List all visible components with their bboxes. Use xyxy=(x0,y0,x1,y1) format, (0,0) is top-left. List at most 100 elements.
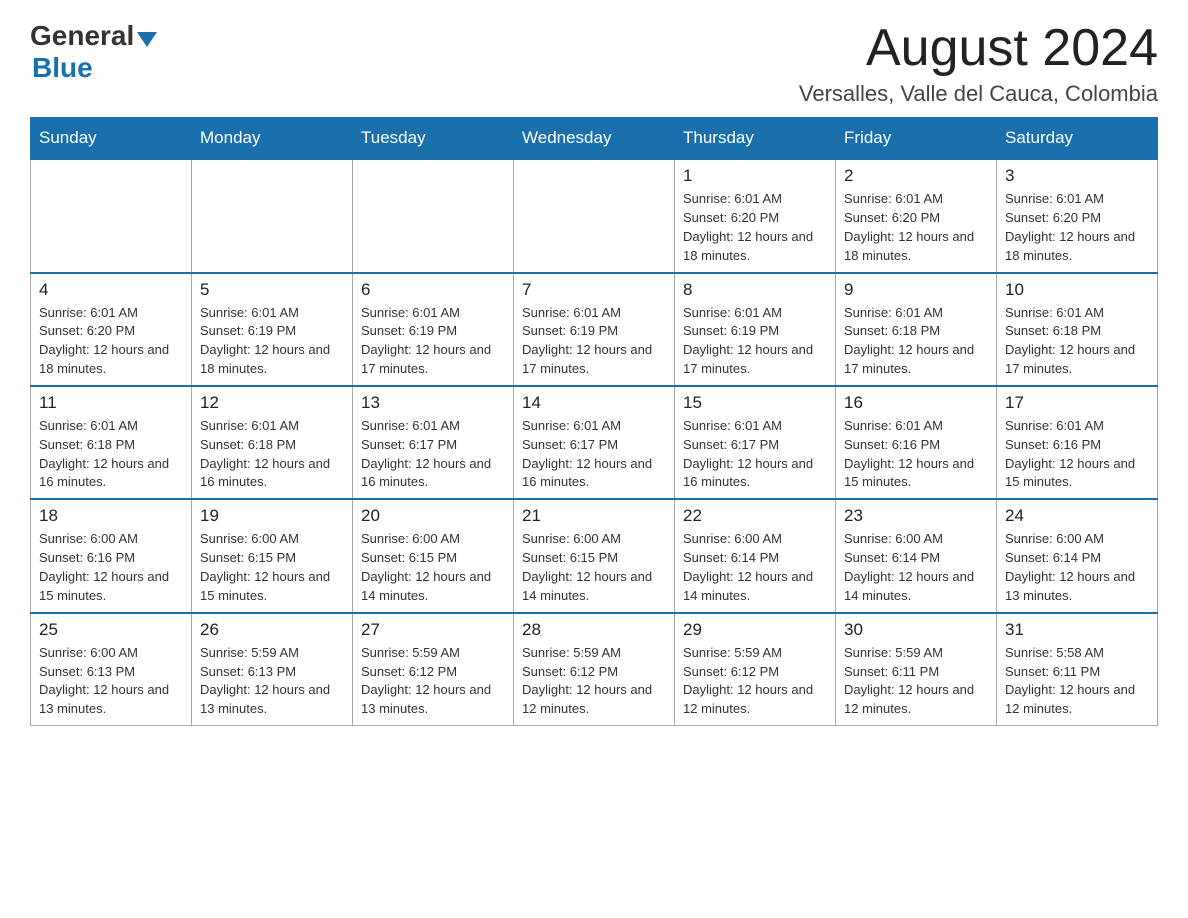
calendar-cell xyxy=(192,159,353,272)
day-info: Sunrise: 5:59 AM Sunset: 6:12 PM Dayligh… xyxy=(522,644,666,719)
calendar-cell: 2 Sunrise: 6:01 AM Sunset: 6:20 PM Daylig… xyxy=(836,159,997,272)
day-of-week-header: Sunday xyxy=(31,118,192,160)
calendar-cell: 4 Sunrise: 6:01 AM Sunset: 6:20 PM Daylig… xyxy=(31,273,192,386)
day-info: Sunrise: 6:01 AM Sunset: 6:18 PM Dayligh… xyxy=(844,304,988,379)
calendar-table: SundayMondayTuesdayWednesdayThursdayFrid… xyxy=(30,117,1158,726)
day-number: 29 xyxy=(683,620,827,640)
day-info: Sunrise: 6:00 AM Sunset: 6:16 PM Dayligh… xyxy=(39,530,183,605)
calendar-cell xyxy=(353,159,514,272)
day-info: Sunrise: 6:01 AM Sunset: 6:19 PM Dayligh… xyxy=(522,304,666,379)
day-info: Sunrise: 6:01 AM Sunset: 6:17 PM Dayligh… xyxy=(683,417,827,492)
day-number: 24 xyxy=(1005,506,1149,526)
calendar-week-row: 4 Sunrise: 6:01 AM Sunset: 6:20 PM Daylig… xyxy=(31,273,1158,386)
calendar-cell: 10 Sunrise: 6:01 AM Sunset: 6:18 PM Dayli… xyxy=(997,273,1158,386)
day-info: Sunrise: 6:01 AM Sunset: 6:19 PM Dayligh… xyxy=(683,304,827,379)
calendar-cell: 12 Sunrise: 6:01 AM Sunset: 6:18 PM Dayli… xyxy=(192,386,353,499)
day-info: Sunrise: 6:01 AM Sunset: 6:20 PM Dayligh… xyxy=(844,190,988,265)
day-number: 10 xyxy=(1005,280,1149,300)
calendar-cell: 21Sunrise: 6:00 AM Sunset: 6:15 PM Dayli… xyxy=(514,499,675,612)
calendar-cell: 15 Sunrise: 6:01 AM Sunset: 6:17 PM Dayli… xyxy=(675,386,836,499)
calendar-cell: 23 Sunrise: 6:00 AM Sunset: 6:14 PM Dayli… xyxy=(836,499,997,612)
calendar-cell: 29 Sunrise: 5:59 AM Sunset: 6:12 PM Dayli… xyxy=(675,613,836,726)
day-info: Sunrise: 6:00 AM Sunset: 6:14 PM Dayligh… xyxy=(844,530,988,605)
day-info: Sunrise: 5:59 AM Sunset: 6:11 PM Dayligh… xyxy=(844,644,988,719)
day-info: Sunrise: 6:01 AM Sunset: 6:20 PM Dayligh… xyxy=(39,304,183,379)
calendar-cell: 24 Sunrise: 6:00 AM Sunset: 6:14 PM Dayli… xyxy=(997,499,1158,612)
day-number: 2 xyxy=(844,166,988,186)
day-info: Sunrise: 6:01 AM Sunset: 6:20 PM Dayligh… xyxy=(1005,190,1149,265)
day-number: 5 xyxy=(200,280,344,300)
calendar-cell: 3Sunrise: 6:01 AM Sunset: 6:20 PM Daylig… xyxy=(997,159,1158,272)
day-number: 26 xyxy=(200,620,344,640)
calendar-header-row: SundayMondayTuesdayWednesdayThursdayFrid… xyxy=(31,118,1158,160)
day-of-week-header: Tuesday xyxy=(353,118,514,160)
day-info: Sunrise: 6:01 AM Sunset: 6:20 PM Dayligh… xyxy=(683,190,827,265)
calendar-cell: 28 Sunrise: 5:59 AM Sunset: 6:12 PM Dayli… xyxy=(514,613,675,726)
calendar-cell xyxy=(31,159,192,272)
day-info: Sunrise: 6:00 AM Sunset: 6:13 PM Dayligh… xyxy=(39,644,183,719)
day-number: 13 xyxy=(361,393,505,413)
day-number: 23 xyxy=(844,506,988,526)
month-title: August 2024 xyxy=(799,20,1158,77)
day-info: Sunrise: 5:59 AM Sunset: 6:12 PM Dayligh… xyxy=(683,644,827,719)
logo-text-general: General xyxy=(30,20,134,52)
day-info: Sunrise: 6:01 AM Sunset: 6:17 PM Dayligh… xyxy=(522,417,666,492)
day-info: Sunrise: 6:01 AM Sunset: 6:18 PM Dayligh… xyxy=(39,417,183,492)
calendar-cell: 5 Sunrise: 6:01 AM Sunset: 6:19 PM Daylig… xyxy=(192,273,353,386)
calendar-cell: 20 Sunrise: 6:00 AM Sunset: 6:15 PM Dayli… xyxy=(353,499,514,612)
day-info: Sunrise: 6:00 AM Sunset: 6:14 PM Dayligh… xyxy=(683,530,827,605)
day-info: Sunrise: 6:01 AM Sunset: 6:19 PM Dayligh… xyxy=(200,304,344,379)
day-number: 4 xyxy=(39,280,183,300)
calendar-cell: 8 Sunrise: 6:01 AM Sunset: 6:19 PM Daylig… xyxy=(675,273,836,386)
day-number: 8 xyxy=(683,280,827,300)
day-number: 16 xyxy=(844,393,988,413)
day-info: Sunrise: 5:59 AM Sunset: 6:13 PM Dayligh… xyxy=(200,644,344,719)
calendar-cell: 7 Sunrise: 6:01 AM Sunset: 6:19 PM Daylig… xyxy=(514,273,675,386)
day-number: 18 xyxy=(39,506,183,526)
calendar-week-row: 11Sunrise: 6:01 AM Sunset: 6:18 PM Dayli… xyxy=(31,386,1158,499)
day-number: 28 xyxy=(522,620,666,640)
calendar-week-row: 25 Sunrise: 6:00 AM Sunset: 6:13 PM Dayli… xyxy=(31,613,1158,726)
logo-triangle xyxy=(137,32,157,47)
day-number: 20 xyxy=(361,506,505,526)
calendar-cell: 30Sunrise: 5:59 AM Sunset: 6:11 PM Dayli… xyxy=(836,613,997,726)
calendar-cell: 9 Sunrise: 6:01 AM Sunset: 6:18 PM Daylig… xyxy=(836,273,997,386)
day-info: Sunrise: 5:59 AM Sunset: 6:12 PM Dayligh… xyxy=(361,644,505,719)
day-number: 15 xyxy=(683,393,827,413)
title-section: August 2024 Versalles, Valle del Cauca, … xyxy=(799,20,1158,107)
day-info: Sunrise: 6:00 AM Sunset: 6:15 PM Dayligh… xyxy=(361,530,505,605)
calendar-cell: 17 Sunrise: 6:01 AM Sunset: 6:16 PM Dayli… xyxy=(997,386,1158,499)
day-number: 31 xyxy=(1005,620,1149,640)
calendar-cell: 18 Sunrise: 6:00 AM Sunset: 6:16 PM Dayli… xyxy=(31,499,192,612)
logo-text-blue: Blue xyxy=(32,52,93,83)
day-info: Sunrise: 6:01 AM Sunset: 6:17 PM Dayligh… xyxy=(361,417,505,492)
calendar-cell: 6Sunrise: 6:01 AM Sunset: 6:19 PM Daylig… xyxy=(353,273,514,386)
calendar-cell: 25 Sunrise: 6:00 AM Sunset: 6:13 PM Dayli… xyxy=(31,613,192,726)
day-number: 19 xyxy=(200,506,344,526)
calendar-cell xyxy=(514,159,675,272)
location-subtitle: Versalles, Valle del Cauca, Colombia xyxy=(799,81,1158,107)
calendar-week-row: 1Sunrise: 6:01 AM Sunset: 6:20 PM Daylig… xyxy=(31,159,1158,272)
calendar-cell: 14Sunrise: 6:01 AM Sunset: 6:17 PM Dayli… xyxy=(514,386,675,499)
day-info: Sunrise: 6:01 AM Sunset: 6:18 PM Dayligh… xyxy=(200,417,344,492)
calendar-cell: 11Sunrise: 6:01 AM Sunset: 6:18 PM Dayli… xyxy=(31,386,192,499)
calendar-week-row: 18 Sunrise: 6:00 AM Sunset: 6:16 PM Dayli… xyxy=(31,499,1158,612)
day-of-week-header: Monday xyxy=(192,118,353,160)
day-of-week-header: Thursday xyxy=(675,118,836,160)
calendar-cell: 22Sunrise: 6:00 AM Sunset: 6:14 PM Dayli… xyxy=(675,499,836,612)
day-number: 12 xyxy=(200,393,344,413)
day-number: 9 xyxy=(844,280,988,300)
calendar-cell: 1Sunrise: 6:01 AM Sunset: 6:20 PM Daylig… xyxy=(675,159,836,272)
day-info: Sunrise: 6:01 AM Sunset: 6:18 PM Dayligh… xyxy=(1005,304,1149,379)
calendar-cell: 31 Sunrise: 5:58 AM Sunset: 6:11 PM Dayli… xyxy=(997,613,1158,726)
day-number: 17 xyxy=(1005,393,1149,413)
day-info: Sunrise: 6:01 AM Sunset: 6:16 PM Dayligh… xyxy=(1005,417,1149,492)
calendar-cell: 19Sunrise: 6:00 AM Sunset: 6:15 PM Dayli… xyxy=(192,499,353,612)
day-number: 7 xyxy=(522,280,666,300)
day-number: 25 xyxy=(39,620,183,640)
day-number: 27 xyxy=(361,620,505,640)
day-info: Sunrise: 6:00 AM Sunset: 6:14 PM Dayligh… xyxy=(1005,530,1149,605)
day-number: 6 xyxy=(361,280,505,300)
calendar-cell: 26 Sunrise: 5:59 AM Sunset: 6:13 PM Dayli… xyxy=(192,613,353,726)
day-info: Sunrise: 5:58 AM Sunset: 6:11 PM Dayligh… xyxy=(1005,644,1149,719)
